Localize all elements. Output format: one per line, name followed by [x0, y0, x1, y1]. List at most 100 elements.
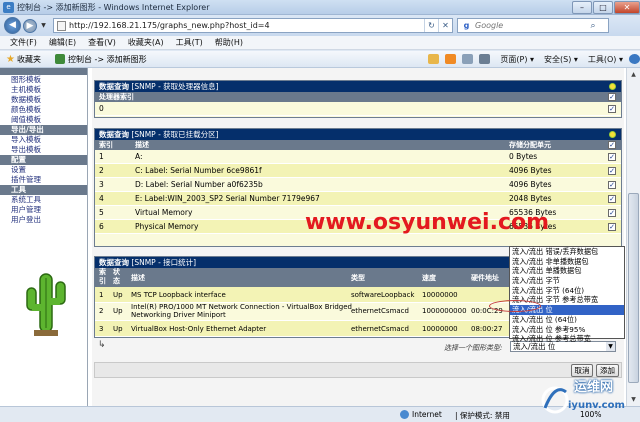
search-icon[interactable]: ⌕: [585, 21, 601, 31]
main-panel: 数据查询 [SNMP - 获取处理器信息] 处理器索引 ✓ 0 ✓ 数据查询 […: [92, 68, 624, 406]
menu-favorites[interactable]: 收藏夹(A): [128, 37, 164, 48]
partition-allocation: 4096 Bytes: [509, 180, 552, 189]
dropdown-option[interactable]: 流入/流出 字节: [510, 276, 624, 286]
print-icon[interactable]: [479, 54, 491, 64]
search-input[interactable]: [475, 21, 585, 30]
title-bar: e 控制台 -> 添加新图形 - Windows Internet Explor…: [0, 0, 640, 15]
menu-tools[interactable]: 工具(T): [176, 37, 203, 48]
close-button[interactable]: ✕: [614, 0, 640, 14]
maximize-button[interactable]: □: [593, 0, 613, 14]
command-bar: 页面(P) ▾ 安全(S) ▾ 工具(O) ▾: [422, 54, 640, 65]
graph-type-dropdown-list[interactable]: 流入/流出 错误/丢弃数据包 流入/流出 非单播数据包 流入/流出 单播数据包 流入/…: [509, 246, 625, 343]
table-row[interactable]: 2 C: Label: Serial Number 6ce9861f 4096 By…: [95, 164, 621, 178]
favorites-bar: ★ 收藏夹 控制台 -> 添加新图形 页面(P) ▾ 安全(S) ▾ 工具(O)…: [0, 51, 640, 68]
forward-button[interactable]: ▶: [23, 18, 37, 33]
interface-speed: 10000000: [422, 291, 458, 299]
dropdown-option[interactable]: 流入/流出 单播数据包: [510, 266, 624, 276]
sidebar-section-header: 工具: [0, 185, 87, 195]
sidebar-item[interactable]: 导入模板: [0, 135, 87, 145]
sidebar-item[interactable]: 图形模板: [0, 75, 87, 85]
interface-hw-address: 08:00:27: [471, 325, 503, 333]
scroll-up-icon[interactable]: ▲: [628, 69, 639, 80]
sidebar-item[interactable]: 阈值模板: [0, 115, 87, 125]
dropdown-option[interactable]: 流入/流出 位 (64位): [510, 315, 624, 325]
col-index: 索引: [99, 268, 106, 285]
menu-edit[interactable]: 编辑(E): [49, 37, 76, 48]
row-checkbox[interactable]: ✓: [608, 223, 616, 231]
scrollbar-thumb[interactable]: [628, 193, 639, 383]
table-row[interactable]: 1 A: 0 Bytes ✓: [95, 150, 621, 164]
col-status: 状态: [113, 268, 120, 285]
menu-help[interactable]: 帮助(H): [215, 37, 243, 48]
row-checkbox[interactable]: ✓: [608, 209, 616, 217]
minimize-button[interactable]: –: [572, 0, 592, 14]
select-all-checkbox[interactable]: ✓: [608, 141, 616, 149]
search-box[interactable]: g ⌕: [457, 18, 609, 33]
back-button[interactable]: ◀: [4, 17, 21, 34]
menu-view[interactable]: 查看(V): [88, 37, 116, 48]
table-row[interactable]: 3 D: Label: Serial Number a0f6235b 4096 By…: [95, 178, 621, 192]
col-speed: 速度: [422, 274, 436, 282]
logo-swirl-icon: [541, 386, 569, 414]
interface-query-title: 数据查询: [99, 258, 129, 267]
home-icon[interactable]: [428, 54, 440, 64]
vertical-scrollbar[interactable]: ▲ ▼: [626, 68, 640, 406]
stop-icon[interactable]: ✕: [438, 19, 452, 32]
refresh-icon[interactable]: ↻: [424, 19, 438, 32]
dropdown-option[interactable]: 流入/流出 字节 (64位): [510, 286, 624, 296]
partition-index: 6: [99, 222, 104, 231]
sidebar-section-header: 配置: [0, 155, 87, 165]
table-row[interactable]: 0 ✓: [95, 102, 621, 116]
menu-file[interactable]: 文件(F): [10, 37, 37, 48]
partition-description: A:: [135, 152, 143, 161]
sidebar-item[interactable]: 数据模板: [0, 95, 87, 105]
interface-status: Up: [113, 307, 123, 315]
row-checkbox[interactable]: ✓: [608, 167, 616, 175]
tools-menu[interactable]: 工具(O) ▾: [588, 54, 623, 65]
cpu-index: 0: [99, 104, 104, 113]
favorites-button[interactable]: 收藏夹: [17, 54, 41, 65]
sidebar-item[interactable]: 插件管理: [0, 175, 87, 185]
col-description: 描述: [135, 141, 149, 149]
sidebar-item[interactable]: 系统工具: [0, 195, 87, 205]
row-checkbox[interactable]: ✓: [608, 105, 616, 113]
zone-indicator: Internet: [400, 410, 442, 419]
sidebar-header: [0, 68, 87, 75]
interface-index: 1: [99, 291, 104, 299]
dropdown-option[interactable]: 流入/流出 非单播数据包: [510, 257, 624, 267]
interface-type: ethernetCsmacd: [351, 325, 409, 333]
dropdown-option[interactable]: 流入/流出 位 参考总带宽: [510, 334, 624, 344]
select-all-checkbox[interactable]: ✓: [608, 93, 616, 101]
mail-icon[interactable]: [462, 54, 474, 64]
sidebar: 图形模板 主机模板 数据模板 颜色模板 阈值模板 导出/导出 导入模板 导出模板 配置 设置 插件管…: [0, 68, 88, 406]
highlight-ellipse: [489, 300, 541, 312]
history-dropdown-icon[interactable]: ▼: [39, 21, 48, 30]
dropdown-option[interactable]: 流入/流出 错误/丢弃数据包: [510, 247, 624, 257]
row-checkbox[interactable]: ✓: [608, 195, 616, 203]
cpu-query-box: 数据查询 [SNMP - 获取处理器信息] 处理器索引 ✓ 0 ✓: [94, 80, 622, 118]
tab-current[interactable]: 控制台 -> 添加新图形: [68, 54, 147, 65]
sidebar-item[interactable]: 导出模板: [0, 145, 87, 155]
url-text[interactable]: http://192.168.21.175/graphs_new.php?hos…: [69, 21, 424, 30]
sidebar-item[interactable]: 用户登出: [0, 215, 87, 225]
sidebar-item[interactable]: 主机模板: [0, 85, 87, 95]
cactus-logo: [26, 273, 66, 336]
sidebar-item[interactable]: 用户管理: [0, 205, 87, 215]
graph-type-label: 选择一个图形类型:: [444, 344, 503, 352]
table-row[interactable]: 4 E: Label:WIN_2003_SP2 Serial Number 717…: [95, 192, 621, 206]
row-checkbox[interactable]: ✓: [608, 153, 616, 161]
safety-menu[interactable]: 安全(S) ▾: [544, 54, 578, 65]
col-allocation: 存储分配单元: [509, 141, 551, 149]
partition-index: 1: [99, 152, 104, 161]
feeds-icon[interactable]: [445, 54, 457, 64]
sidebar-item[interactable]: 颜色模板: [0, 105, 87, 115]
favorites-star-icon[interactable]: ★: [6, 54, 15, 65]
status-dot-icon: [609, 131, 616, 138]
address-field[interactable]: http://192.168.21.175/graphs_new.php?hos…: [53, 18, 453, 33]
partition-index: 5: [99, 208, 104, 217]
page-menu[interactable]: 页面(P) ▾: [500, 54, 534, 65]
dropdown-option[interactable]: 流入/流出 位 参考95%: [510, 325, 624, 335]
row-checkbox[interactable]: ✓: [608, 181, 616, 189]
help-icon[interactable]: [629, 54, 640, 64]
sidebar-item[interactable]: 设置: [0, 165, 87, 175]
